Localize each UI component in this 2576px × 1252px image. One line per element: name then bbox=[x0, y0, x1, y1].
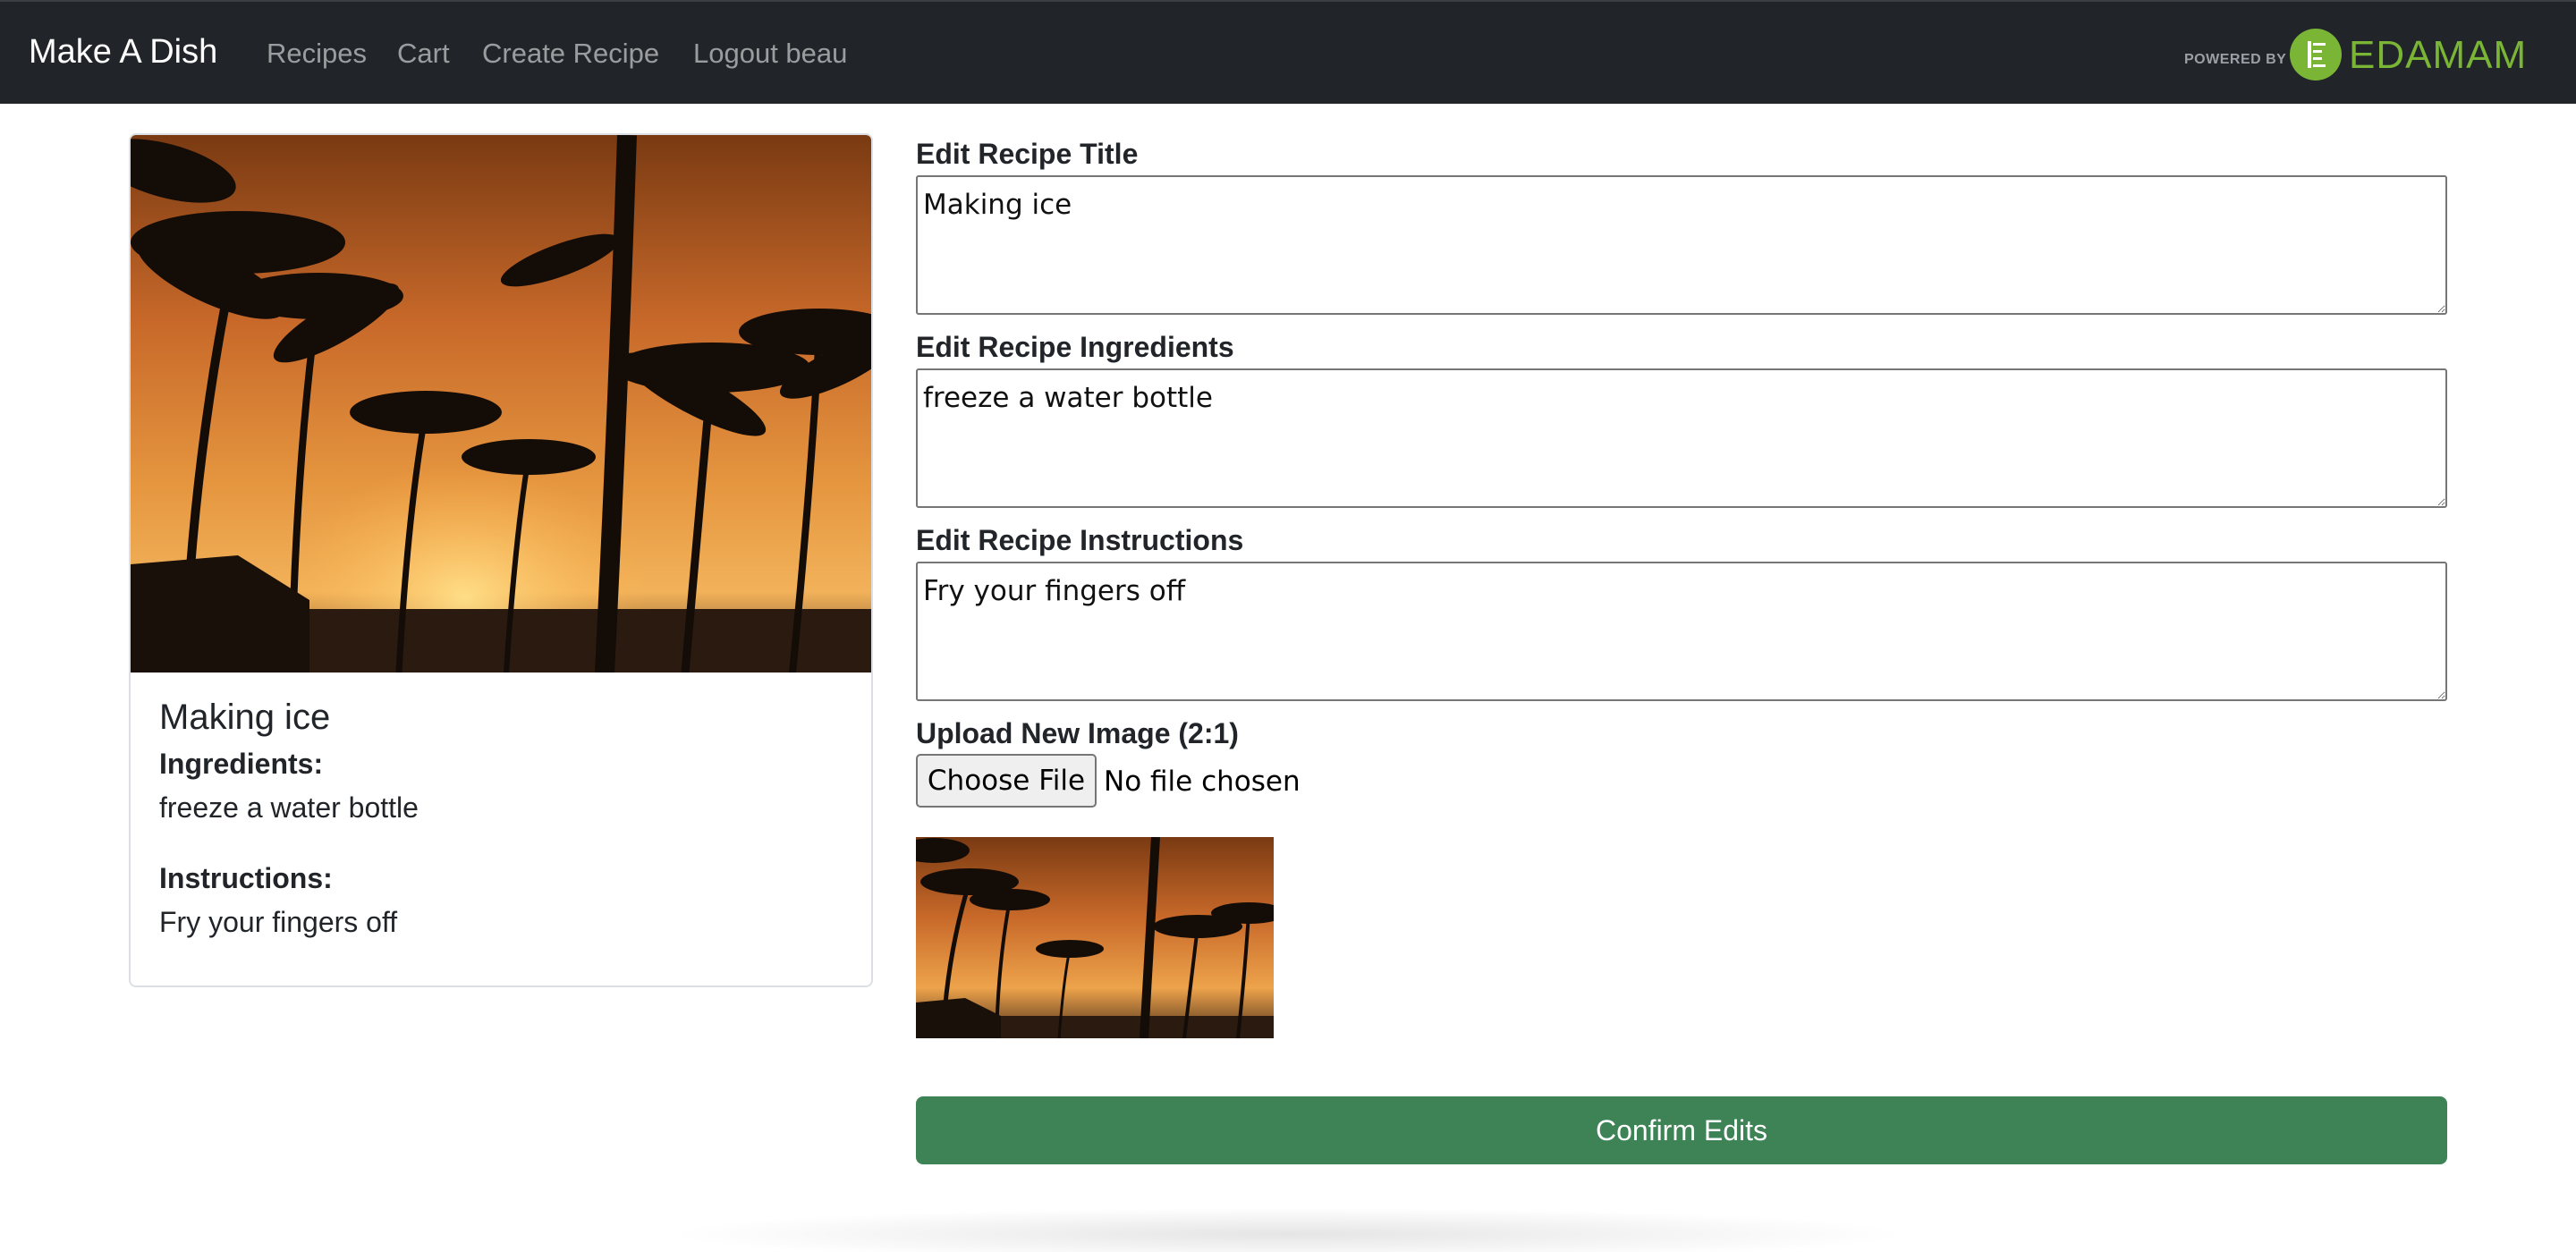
recipe-card: Making ice Ingredients: freeze a water b… bbox=[129, 133, 873, 987]
navbar-brand[interactable]: Make A Dish bbox=[29, 32, 217, 72]
edit-ingredients-field[interactable]: freeze a water bottle bbox=[916, 368, 2447, 508]
nav-link-recipes[interactable]: Recipes bbox=[267, 38, 367, 70]
ingredients-label: Ingredients: bbox=[159, 748, 324, 780]
ingredients-text: freeze a water bottle bbox=[159, 791, 419, 824]
confirm-edits-button[interactable]: Confirm Edits bbox=[916, 1096, 2447, 1164]
edit-title-label: Edit Recipe Title bbox=[916, 138, 1139, 170]
navbar: Make A Dish Recipes Cart Create Recipe L… bbox=[0, 0, 2576, 104]
file-status-text: No file chosen bbox=[1104, 766, 1301, 798]
nav-link-cart[interactable]: Cart bbox=[397, 38, 450, 70]
upload-image-label: Upload New Image (2:1) bbox=[916, 717, 1239, 749]
palm-trees-sunset-thumbnail bbox=[916, 837, 1274, 1038]
nav-link-create-recipe[interactable]: Create Recipe bbox=[482, 38, 659, 70]
nav-link-logout[interactable]: Logout beau bbox=[693, 38, 847, 70]
edit-instructions-field[interactable]: Fry your fingers off bbox=[916, 562, 2447, 701]
edit-title-field[interactable]: Making ice bbox=[916, 175, 2447, 315]
edit-ingredients-label: Edit Recipe Ingredients bbox=[916, 331, 1234, 363]
edamam-logo-icon bbox=[2290, 29, 2342, 80]
edamam-badge[interactable]: POWERED BY EDAMAM bbox=[2184, 29, 2560, 82]
choose-file-button[interactable]: Choose File bbox=[916, 754, 1097, 808]
palm-trees-sunset-image bbox=[131, 135, 871, 673]
instructions-text: Fry your fingers off bbox=[159, 906, 398, 938]
card-title: Making ice bbox=[159, 698, 331, 737]
footer-shadow bbox=[662, 1207, 1914, 1252]
edamam-wordmark: EDAMAM bbox=[2349, 33, 2528, 77]
powered-by-label: POWERED BY bbox=[2184, 52, 2287, 67]
instructions-label: Instructions: bbox=[159, 862, 333, 894]
edit-instructions-label: Edit Recipe Instructions bbox=[916, 524, 1244, 556]
